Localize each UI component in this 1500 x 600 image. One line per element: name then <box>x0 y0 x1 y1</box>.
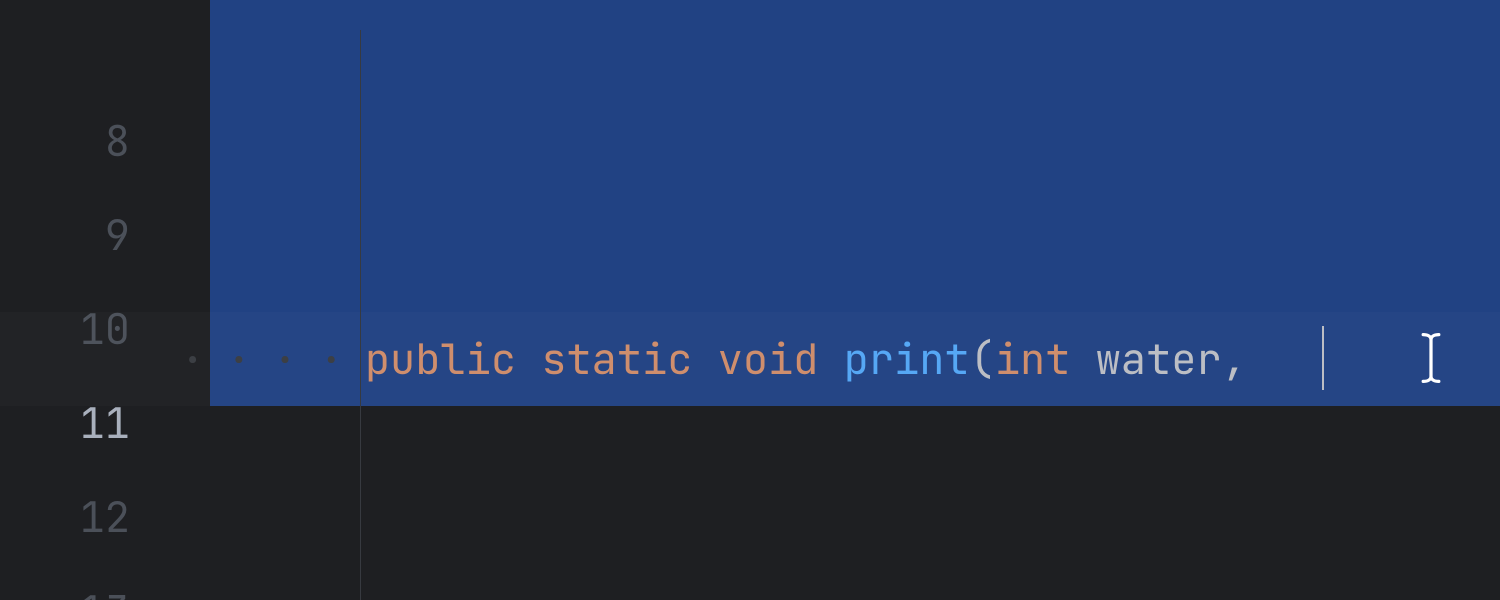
identifier: water <box>1096 331 1222 387</box>
line-number: 8 <box>0 94 130 188</box>
ibeam-cursor-icon <box>1420 332 1442 384</box>
keyword: public <box>365 331 516 387</box>
line-number-gutter: 8 9 10 11 12 13 <box>0 0 180 600</box>
paren: , <box>1222 331 1247 387</box>
code-line[interactable]: ····public static void print(int water, <box>180 312 1500 406</box>
keyword: void <box>718 331 819 387</box>
line-number: 13 <box>0 564 130 600</box>
keyword: int <box>995 331 1071 387</box>
method-name: print <box>844 331 970 387</box>
code-area[interactable]: ····public static void print(int water, … <box>180 0 1500 600</box>
code-lines[interactable]: ····public static void print(int water, … <box>180 0 1500 600</box>
line-number: 12 <box>0 470 130 564</box>
code-editor[interactable]: 8 9 10 11 12 13 ····public static void p… <box>0 0 1500 600</box>
paren: ( <box>970 331 995 387</box>
keyword: static <box>541 331 692 387</box>
line-number: 9 <box>0 188 130 282</box>
whitespace-guide: ···· <box>180 331 365 387</box>
text-caret <box>1322 326 1324 390</box>
